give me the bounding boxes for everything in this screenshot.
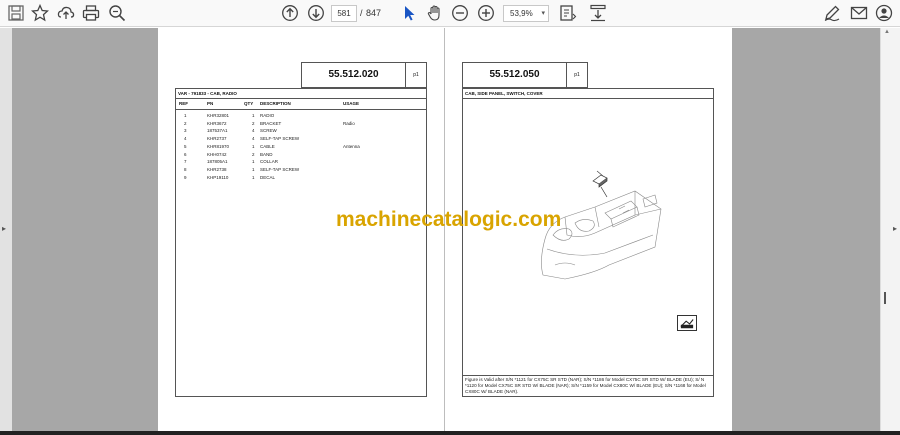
table-row: 9 KHP19110 1 DECAL (176, 174, 426, 181)
qty-cell: 1 (252, 174, 255, 180)
total-pages: 847 (366, 8, 382, 18)
description-cell: BAND (260, 151, 273, 157)
zoom-in-icon[interactable] (477, 4, 495, 22)
part-code: 55.512.050 (463, 63, 567, 87)
header-divider (176, 109, 426, 110)
page-header-box: 55.512.020 p1 (301, 62, 427, 88)
zoom-level-value: 53,9% (510, 9, 533, 18)
ref-cell: 8 (184, 166, 187, 172)
section-title: CAB, SIDE PANEL, SWITCH, COVER (463, 89, 713, 99)
description-cell: DECAL (260, 174, 276, 180)
column-header-usage: USAGE (343, 101, 360, 106)
hand-tool-icon[interactable] (426, 4, 444, 22)
pn-cell: KHR81970 (207, 143, 230, 149)
scroll-thumb[interactable] (884, 292, 886, 304)
description-cell: SELF-TAP SCREW (260, 166, 300, 172)
qty-cell: 4 (252, 128, 255, 134)
table-row: 2 KHR3672 2 BRACKET Radio (176, 120, 426, 127)
table-row: 6 KHH0742 2 BAND (176, 151, 426, 158)
taskbar-edge (0, 431, 900, 435)
usage-cell: Antenna (343, 143, 360, 149)
zoom-level-select[interactable]: 53,9% ▾ (503, 5, 549, 22)
page-down-icon[interactable] (307, 4, 325, 22)
pn-cell: KHR2738 (207, 166, 227, 172)
page-label: p1 (413, 72, 419, 78)
pn-cell: KHR32801 (207, 113, 230, 118)
column-header-description: DESCRIPTION (260, 101, 291, 106)
table-row: 8 KHR2738 1 SELF-TAP SCREW (176, 166, 426, 173)
qty-cell: 1 (252, 166, 255, 172)
figure-validity-note: Figure is Valid after S/N *1121 for CX75… (463, 375, 713, 396)
column-header-pn: PN (207, 101, 214, 106)
figure-frame: CAB, SIDE PANEL, SWITCH, COVER Figure is… (462, 88, 714, 397)
document-viewer[interactable]: ▸ 55.512.020 p1 VAR - 791833 - CAB, RADI… (0, 28, 900, 435)
ref-cell: 5 (184, 143, 187, 149)
page-separator: / (360, 8, 363, 18)
qty-cell: 2 (252, 120, 255, 126)
page-up-icon[interactable] (281, 4, 299, 22)
usage-cell: Radio (343, 120, 355, 126)
collapse-left-panel-icon[interactable]: ▸ (2, 224, 6, 233)
table-row: 5 KHR81970 1 CABLE Antenna (176, 143, 426, 150)
scroll-up-icon[interactable]: ▲ (884, 29, 890, 35)
table-row: 3 187537A1 4 SCREW (176, 127, 426, 134)
pn-cell: KHR3672 (207, 120, 227, 126)
print-icon[interactable] (82, 4, 100, 22)
description-cell: CABLE (260, 143, 275, 149)
ref-cell: 7 (184, 159, 187, 165)
viewer-background (732, 28, 880, 435)
description-cell: RADIO (260, 113, 275, 118)
pn-cell: 187805A1 (207, 159, 228, 165)
ref-cell: 3 (184, 128, 187, 134)
pn-cell: KHR2737 (207, 136, 227, 142)
column-header-qty: QTY (244, 101, 254, 106)
account-icon[interactable] (875, 4, 893, 22)
pn-cell: KHH0742 (207, 151, 227, 157)
save-icon[interactable] (7, 4, 25, 22)
description-cell: SELF-TAP SCREW (260, 136, 300, 142)
current-page-input[interactable]: 581 (331, 5, 357, 22)
qty-cell: 1 (252, 113, 255, 118)
watermark-text: machinecatalogic.com (336, 208, 562, 231)
viewer-background (12, 28, 158, 435)
column-header-ref: REF (179, 101, 188, 106)
figure-reference-icon (677, 315, 697, 331)
pn-cell: 187537A1 (207, 128, 228, 134)
description-cell: COLLAR (260, 159, 279, 165)
ref-cell: 9 (184, 174, 187, 180)
part-code: 55.512.020 (302, 63, 406, 87)
ref-cell: 2 (184, 120, 187, 126)
page-header-box: 55.512.050 p1 (462, 62, 588, 88)
fit-page-icon[interactable] (559, 4, 577, 22)
table-row: 7 187805A1 1 COLLAR (176, 158, 426, 165)
description-cell: BRACKET (260, 120, 282, 126)
table-row: 4 KHR2737 4 SELF-TAP SCREW (176, 135, 426, 142)
ref-cell: 1 (184, 113, 187, 118)
qty-cell: 1 (252, 143, 255, 149)
pn-cell: KHP19110 (207, 174, 229, 180)
toolbar: 581 / 847 53,9% ▾ (0, 0, 900, 27)
description-cell: SCREW (260, 128, 277, 134)
page-label: p1 (574, 72, 580, 78)
ref-cell: 6 (184, 151, 187, 157)
upload-icon[interactable] (57, 4, 75, 22)
scroll-mode-icon[interactable] (589, 4, 607, 22)
section-title: VAR - 791833 - CAB, RADIO (176, 89, 426, 99)
mail-icon[interactable] (850, 4, 868, 22)
select-cursor-icon[interactable] (400, 4, 418, 22)
zoom-out-icon[interactable] (451, 4, 469, 22)
qty-cell: 1 (252, 159, 255, 165)
bookmark-star-icon[interactable] (31, 4, 49, 22)
expand-right-panel-icon[interactable]: ▸ (893, 224, 897, 233)
table-row: 1 KHR32801 1 RADIO (176, 112, 426, 119)
parts-table: VAR - 791833 - CAB, RADIO REF PN QTY DES… (175, 88, 427, 397)
edit-sign-icon[interactable] (823, 4, 841, 22)
ref-cell: 4 (184, 136, 187, 142)
qty-cell: 2 (252, 151, 255, 157)
qty-cell: 4 (252, 136, 255, 142)
zoom-search-icon[interactable] (108, 4, 126, 22)
chevron-down-icon: ▾ (541, 10, 545, 17)
